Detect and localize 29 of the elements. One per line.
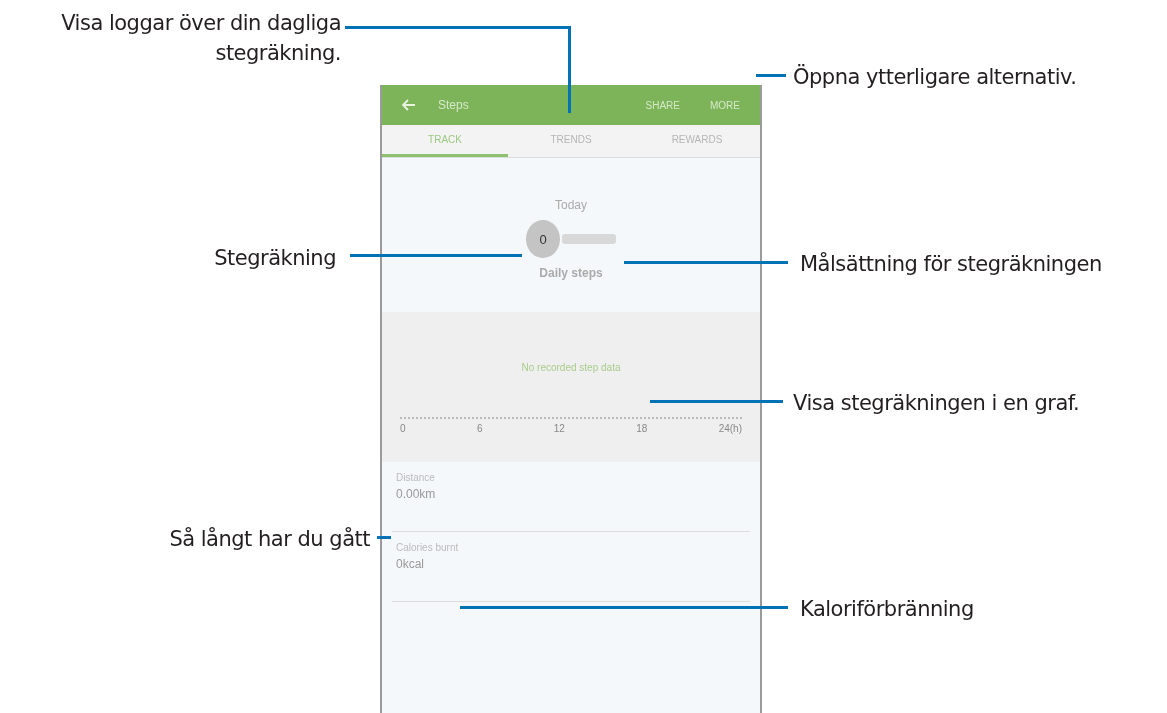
axis-label: 0 [400, 423, 406, 434]
action-button[interactable]: MORE [700, 99, 750, 111]
callout-label: Öppna ytterligare alternativ. [793, 63, 1077, 91]
tab[interactable]: REWARDS [634, 125, 760, 157]
stat-value: 0.00km [396, 487, 437, 501]
daily-steps-label: Daily steps [539, 266, 603, 280]
goal-bar [562, 234, 616, 244]
step-count: 0 [526, 220, 560, 258]
action-button[interactable]: SHARE [635, 99, 690, 111]
stat-label: Calories burnt [396, 542, 460, 553]
tab[interactable]: TRENDS [508, 125, 634, 157]
stat-value: 0kcal [396, 557, 425, 571]
axis-label: 6 [476, 423, 483, 434]
callout-label: Visa loggar över din dagliga stegräkning. [60, 10, 341, 67]
app-title: Steps [438, 98, 469, 112]
callout-label: Stegräkning [214, 245, 336, 272]
stat-label: Distance [396, 472, 436, 483]
today-label: Today [555, 198, 587, 212]
tab[interactable]: TRACK [382, 125, 508, 157]
callout-label: Kaloriförbränning [800, 596, 974, 623]
callout-label: Visa stegräkningen i en graf. [793, 390, 1080, 417]
leader-line [756, 74, 786, 77]
axis-label: 18 [636, 423, 648, 434]
callout-label: Så långt har du gått [169, 526, 370, 553]
axis-label: 12 [553, 423, 565, 434]
axis-label: 24(h) [718, 423, 742, 434]
no-data-message: No recorded step data [521, 362, 621, 373]
callout-label: Målsättning för stegräkningen [800, 251, 1102, 278]
back-arrow-icon[interactable] [402, 99, 416, 111]
